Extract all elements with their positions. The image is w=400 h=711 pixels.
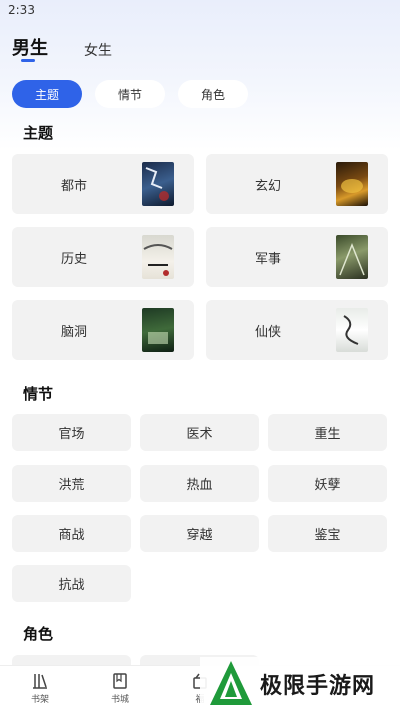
- watermark-text: 极限手游网: [260, 674, 376, 699]
- theme-card-label: 历史: [60, 251, 87, 267]
- section-title-plot: 情节: [23, 385, 54, 403]
- book-cover: [142, 162, 174, 206]
- section-title-role: 角色: [23, 625, 54, 643]
- pill-plot[interactable]: 情节: [95, 80, 165, 108]
- bookshelf-icon: [33, 674, 47, 689]
- nav-bookshelf[interactable]: 书架: [20, 672, 60, 705]
- plot-tag[interactable]: 妖孽: [268, 465, 387, 502]
- book-cover: [142, 235, 174, 279]
- status-bar-time: 2:33: [8, 3, 35, 17]
- theme-card-military[interactable]: 军事: [206, 227, 388, 287]
- theme-card-fantasy[interactable]: 玄幻: [206, 154, 388, 214]
- theme-card-xianxia[interactable]: 仙侠: [206, 300, 388, 360]
- theme-card-history[interactable]: 历史: [12, 227, 194, 287]
- book-cover: [336, 308, 368, 352]
- book-cover: [336, 162, 368, 206]
- plot-tag[interactable]: 重生: [268, 414, 387, 451]
- tab-female[interactable]: 女生: [84, 40, 112, 60]
- plot-tag[interactable]: 洪荒: [12, 465, 131, 502]
- book-cover: [142, 308, 174, 352]
- plot-tag[interactable]: 商战: [12, 515, 131, 552]
- theme-card-urban[interactable]: 都市: [12, 154, 194, 214]
- nav-bookstore[interactable]: 书城: [100, 672, 140, 705]
- theme-card-label: 玄幻: [254, 178, 281, 194]
- theme-card-label: 脑洞: [60, 324, 87, 340]
- plot-tag[interactable]: 热血: [140, 465, 259, 502]
- nav-label: 书架: [30, 695, 49, 705]
- theme-card-label: 仙侠: [254, 324, 281, 340]
- theme-card-brainhole[interactable]: 脑洞: [12, 300, 194, 360]
- watermark-logo-icon: [210, 661, 252, 705]
- gender-tabs: 男生 女生: [12, 34, 148, 62]
- header-background: [0, 0, 400, 150]
- book-icon: [113, 673, 127, 689]
- section-title-theme: 主题: [23, 124, 54, 142]
- plot-tag[interactable]: 抗战: [12, 565, 131, 602]
- watermark: 极限手游网: [200, 657, 400, 711]
- theme-card-label: 都市: [60, 178, 87, 194]
- pill-role[interactable]: 角色: [178, 80, 248, 108]
- theme-card-label: 军事: [254, 251, 281, 267]
- nav-label: 书城: [110, 695, 129, 705]
- book-cover: [336, 235, 368, 279]
- filter-pills: 主题 情节 角色: [12, 80, 248, 108]
- plot-tag[interactable]: 鉴宝: [268, 515, 387, 552]
- plot-tag[interactable]: 医术: [140, 414, 259, 451]
- plot-tag[interactable]: 穿越: [140, 515, 259, 552]
- tab-male[interactable]: 男生: [12, 34, 48, 60]
- active-tab-indicator: [21, 59, 35, 62]
- plot-tag[interactable]: 官场: [12, 414, 131, 451]
- pill-theme[interactable]: 主题: [12, 80, 82, 108]
